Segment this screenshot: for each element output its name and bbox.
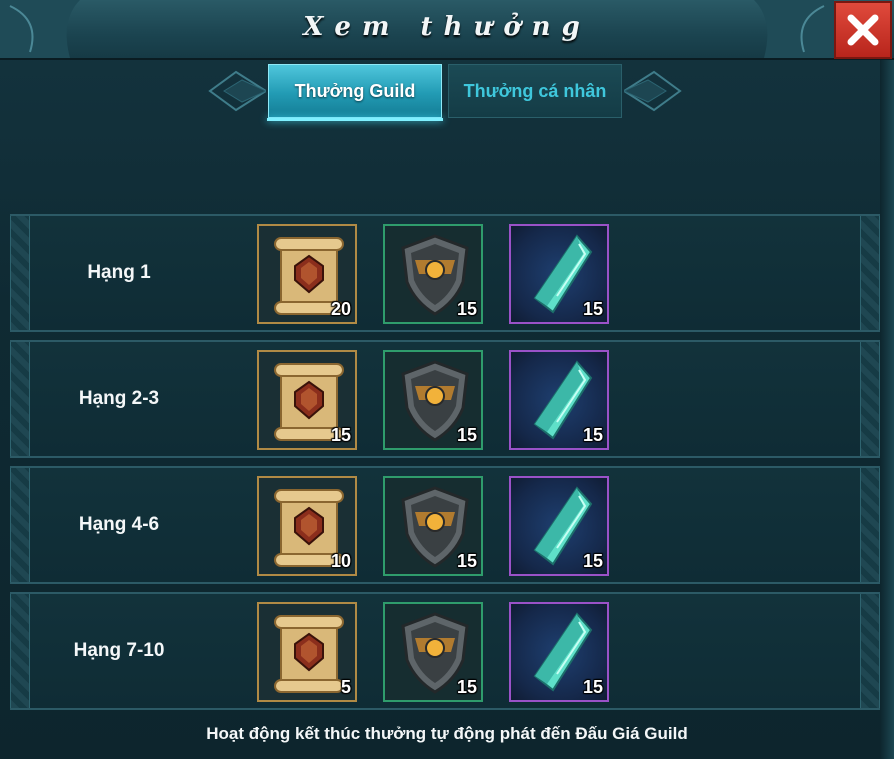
panel-edge (880, 60, 894, 759)
item-quantity: 15 (456, 299, 477, 319)
item-quantity: 15 (582, 677, 603, 697)
row-cap-left (10, 594, 30, 708)
scroll-icon (274, 615, 344, 693)
row-cap-right (860, 594, 880, 708)
rank-label: Hạng 1 (87, 262, 151, 283)
reward-item-scroll[interactable]: 10 (257, 476, 357, 576)
reward-item-scroll[interactable]: 15 (257, 350, 357, 450)
item-quantity: 15 (582, 425, 603, 445)
tab-bar: Thưởng Guild Thưởng cá nhân (267, 64, 624, 121)
reward-panel: Xem thưởng Thưởng Guild Thưởng cá nhân H… (0, 0, 894, 759)
tab-personal-reward[interactable]: Thưởng cá nhân (448, 64, 622, 118)
item-quantity: 15 (582, 551, 603, 571)
reward-item-crystal[interactable]: 15 (509, 224, 609, 324)
tab-ornament-right (624, 70, 682, 112)
close-icon (847, 14, 879, 46)
reward-item-shield[interactable]: 15 (383, 602, 483, 702)
item-quantity: 15 (456, 677, 477, 697)
header-bar: Xem thưởng (0, 0, 894, 60)
reward-list: Hạng 1 20 15 15 Hạng 2-3 15 15 15 Hạng 4… (10, 214, 880, 718)
reward-item-shield[interactable]: 15 (383, 224, 483, 324)
window-title: Xem thưởng (303, 12, 591, 42)
item-quantity: 10 (330, 551, 351, 571)
row-cap-left (10, 342, 30, 456)
tab-ornament-left (208, 70, 266, 112)
reward-item-crystal[interactable]: 15 (509, 602, 609, 702)
reward-row: Hạng 7-10 5 15 15 (10, 592, 880, 710)
tab-guild-reward[interactable]: Thưởng Guild (267, 64, 443, 121)
item-quantity: 15 (456, 551, 477, 571)
footer-note: Hoạt động kết thúc thưởng tự động phát đ… (206, 724, 688, 743)
item-quantity: 15 (582, 299, 603, 319)
reward-row: Hạng 1 20 15 15 (10, 214, 880, 332)
row-cap-right (860, 468, 880, 582)
reward-item-scroll[interactable]: 5 (257, 602, 357, 702)
reward-row: Hạng 2-3 15 15 15 (10, 340, 880, 458)
reward-row: Hạng 4-6 10 15 15 (10, 466, 880, 584)
row-cap-right (860, 342, 880, 456)
reward-item-crystal[interactable]: 15 (509, 350, 609, 450)
item-quantity: 20 (330, 299, 351, 319)
row-cap-right (860, 216, 880, 330)
reward-item-crystal[interactable]: 15 (509, 476, 609, 576)
reward-item-scroll[interactable]: 20 (257, 224, 357, 324)
rank-label: Hạng 7-10 (73, 640, 165, 661)
item-quantity: 15 (330, 425, 351, 445)
item-quantity: 15 (456, 425, 477, 445)
close-button[interactable] (834, 1, 892, 59)
item-quantity: 5 (340, 677, 351, 697)
row-cap-left (10, 216, 30, 330)
reward-item-shield[interactable]: 15 (383, 350, 483, 450)
rank-label: Hạng 4-6 (78, 514, 160, 535)
row-cap-left (10, 468, 30, 582)
rank-label: Hạng 2-3 (78, 388, 160, 409)
reward-item-shield[interactable]: 15 (383, 476, 483, 576)
